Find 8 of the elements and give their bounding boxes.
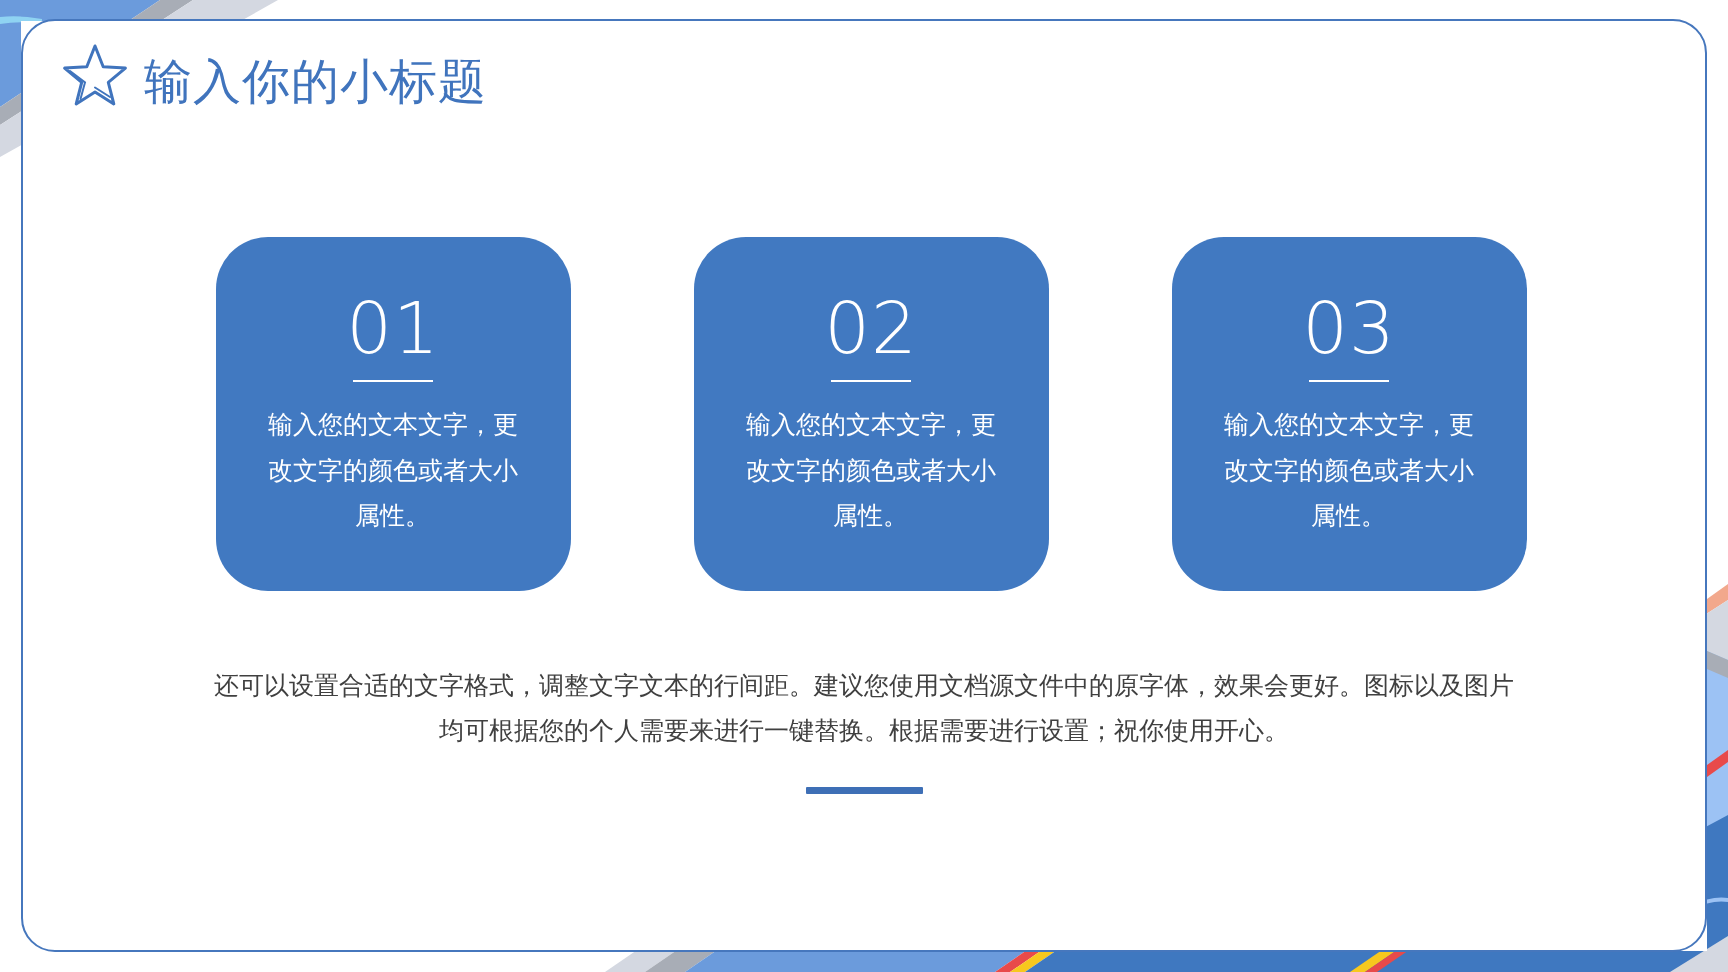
- body-paragraph: 还可以设置合适的文字格式，调整文字文本的行间距。建议您使用文档源文件中的原字体，效果会更好。图标以及图片均可根据您的个人需要来进行一键替换。根据需要进行设置；祝你使用开心。: [213, 670, 1515, 747]
- card-number: 03: [1301, 292, 1397, 364]
- card-text: 输入您的文本文字，更改文字的颜色或者大小属性。: [1223, 409, 1475, 532]
- slide-title: 输入你的小标题: [144, 53, 487, 111]
- card-text: 输入您的文本文字，更改文字的颜色或者大小属性。: [745, 409, 997, 532]
- card-number: 02: [823, 292, 919, 364]
- card-number: 01: [345, 292, 441, 364]
- card-text: 输入您的文本文字，更改文字的颜色或者大小属性。: [267, 409, 519, 532]
